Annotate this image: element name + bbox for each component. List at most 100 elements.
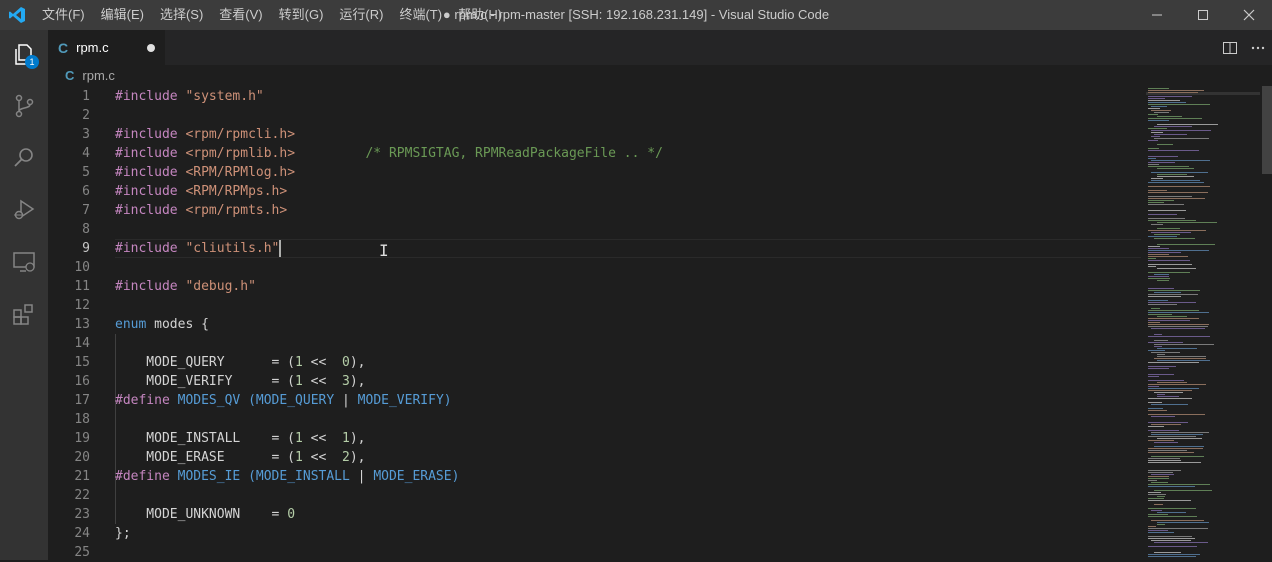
code-token: #define: [115, 393, 170, 408]
line-number[interactable]: 25: [48, 543, 90, 562]
line-number[interactable]: 23: [48, 505, 90, 524]
minimap-line: [1157, 354, 1165, 355]
line-number[interactable]: 16: [48, 372, 90, 391]
code-token: MODE_VERIFY: [357, 393, 444, 408]
vertical-scrollbar[interactable]: [1260, 86, 1272, 560]
code-editor[interactable]: I 1 #include "system.h" 2 3 #include <rpm/rp…: [48, 86, 1272, 560]
line-number[interactable]: 2: [48, 106, 90, 125]
scrollbar-thumb[interactable]: [1262, 86, 1272, 174]
minimap-line: [1148, 476, 1169, 477]
minimap-line: [1148, 202, 1164, 203]
maximize-button[interactable]: [1180, 0, 1226, 30]
menu-selection[interactable]: 选择(S): [160, 0, 203, 30]
menu-view[interactable]: 查看(V): [219, 0, 262, 30]
minimap-line: [1148, 470, 1181, 471]
line-number[interactable]: 5: [48, 163, 90, 182]
line-number[interactable]: 10: [48, 258, 90, 277]
line-number[interactable]: 8: [48, 220, 90, 239]
minimap-line: [1148, 300, 1168, 301]
minimap-line: [1148, 484, 1210, 485]
minimize-button[interactable]: [1134, 0, 1180, 30]
code-line[interactable]: #include <rpm/rpmcli.h>: [115, 125, 295, 144]
minimap-line: [1148, 326, 1208, 327]
activity-source-control[interactable]: [0, 82, 48, 130]
code-line[interactable]: #include "cliutils.h": [115, 239, 279, 258]
code-line[interactable]: #include <RPM/RPMps.h>: [115, 182, 287, 201]
minimap-line: [1151, 180, 1200, 181]
split-editor-button[interactable]: [1216, 30, 1244, 65]
minimap-line: [1148, 198, 1205, 199]
minimap-line: [1148, 190, 1167, 191]
minimap-line: [1154, 446, 1204, 447]
code-token: (: [240, 393, 256, 408]
minimap-line: [1148, 254, 1169, 255]
line-number[interactable]: 24: [48, 524, 90, 543]
menu-edit[interactable]: 编辑(E): [101, 0, 144, 30]
breadcrumb-item-file[interactable]: rpm.c: [82, 68, 115, 83]
code-line[interactable]: #define MODES_QV (MODE_QUERY | MODE_VERI…: [115, 391, 452, 410]
minimap-line: [1148, 114, 1158, 115]
code-token: /* RPMSIGTAG, RPMReadPackageFile .. */: [365, 146, 663, 161]
vscode-logo-icon[interactable]: [8, 6, 26, 24]
minimap-line: [1148, 120, 1169, 121]
code-line[interactable]: #define MODES_IE (MODE_INSTALL | MODE_ER…: [115, 467, 459, 486]
line-number[interactable]: 7: [48, 201, 90, 220]
line-number[interactable]: 18: [48, 410, 90, 429]
line-number[interactable]: 21: [48, 467, 90, 486]
activity-search[interactable]: [0, 134, 48, 182]
minimap-line: [1151, 540, 1191, 541]
line-number[interactable]: 13: [48, 315, 90, 334]
code-line[interactable]: MODE_ERASE = (1 << 2),: [115, 448, 365, 467]
code-line[interactable]: MODE_VERIFY = (1 << 3),: [115, 372, 365, 391]
code-line[interactable]: #include "system.h": [115, 87, 264, 106]
menu-terminal[interactable]: 终端(T): [399, 0, 442, 30]
close-button[interactable]: [1226, 0, 1272, 30]
code-line[interactable]: enum modes {: [115, 315, 209, 334]
code-line[interactable]: #include "debug.h": [115, 277, 256, 296]
line-number[interactable]: 11: [48, 277, 90, 296]
code-line[interactable]: #include <rpm/rpmlib.h> /* RPMSIGTAG, RP…: [115, 144, 663, 163]
minimap-line: [1151, 424, 1181, 425]
line-number[interactable]: 4: [48, 144, 90, 163]
menu-file[interactable]: 文件(F): [42, 0, 85, 30]
activity-remote-explorer[interactable]: [0, 238, 48, 286]
line-number[interactable]: 1: [48, 87, 90, 106]
line-number[interactable]: 14: [48, 334, 90, 353]
menu-run[interactable]: 运行(R): [339, 0, 383, 30]
minimap-line: [1148, 452, 1194, 453]
code-line[interactable]: #include <rpm/rpmts.h>: [115, 201, 287, 220]
menu-go[interactable]: 转到(G): [279, 0, 324, 30]
line-number[interactable]: 15: [48, 353, 90, 372]
code-line[interactable]: MODE_INSTALL = (1 << 1),: [115, 429, 365, 448]
minimap[interactable]: [1146, 86, 1260, 560]
minimap-line: [1148, 380, 1184, 381]
activity-explorer[interactable]: 1: [0, 30, 48, 78]
code-line[interactable]: #include <RPM/RPMlog.h>: [115, 163, 295, 182]
code-line[interactable]: };: [115, 524, 131, 543]
line-number[interactable]: 3: [48, 125, 90, 144]
line-number[interactable]: 9: [48, 239, 90, 258]
line-number[interactable]: 6: [48, 182, 90, 201]
line-number[interactable]: 12: [48, 296, 90, 315]
tab-rpm-c[interactable]: C rpm.c: [48, 30, 165, 65]
minimap-line: [1148, 492, 1161, 493]
code-line[interactable]: MODE_UNKNOWN = 0: [115, 505, 295, 524]
line-number[interactable]: 20: [48, 448, 90, 467]
minimap-line: [1148, 388, 1199, 389]
minimap-line: [1148, 462, 1201, 463]
more-actions-button[interactable]: [1244, 30, 1272, 65]
code-token: MODE_QUERY: [255, 393, 335, 408]
line-number[interactable]: 19: [48, 429, 90, 448]
minimap-line: [1148, 256, 1188, 257]
minimap-line: [1148, 276, 1169, 277]
line-number[interactable]: 22: [48, 486, 90, 505]
code-line[interactable]: MODE_QUERY = (1 << 0),: [115, 353, 365, 372]
line-number[interactable]: 17: [48, 391, 90, 410]
minimap-line: [1154, 542, 1208, 543]
minimap-line: [1148, 528, 1208, 529]
activity-extensions[interactable]: [0, 290, 48, 338]
minimap-line: [1148, 182, 1204, 183]
unsaved-dot-icon[interactable]: [147, 44, 155, 52]
activity-run-debug[interactable]: [0, 186, 48, 234]
minimap-line: [1148, 200, 1174, 201]
